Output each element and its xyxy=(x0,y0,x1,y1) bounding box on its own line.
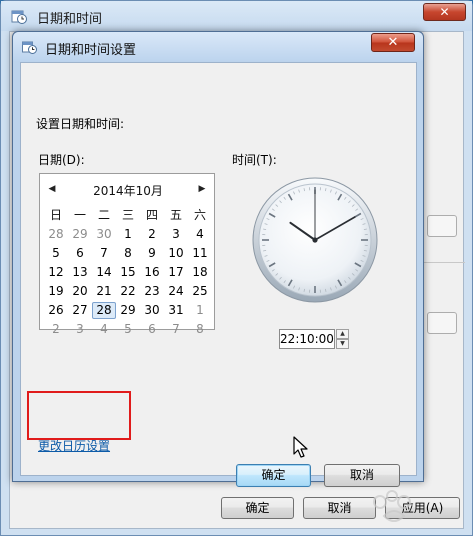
calendar-day[interactable]: 11 xyxy=(188,245,212,262)
outer-ok-button[interactable]: 确定 xyxy=(221,497,294,519)
calendar-day[interactable]: 4 xyxy=(92,321,116,338)
chevron-down-icon: ▼ xyxy=(340,340,345,347)
outer-cancel-button[interactable]: 取消 xyxy=(303,497,376,519)
clock-center-pin xyxy=(312,237,318,243)
calendar-day[interactable]: 18 xyxy=(188,264,212,281)
calendar-day[interactable]: 29 xyxy=(116,302,140,319)
calendar-day[interactable]: 26 xyxy=(44,302,68,319)
calendar-day[interactable]: 9 xyxy=(140,245,164,262)
calendar-day[interactable]: 29 xyxy=(68,226,92,243)
calendar-day[interactable]: 12 xyxy=(44,264,68,281)
calendar-day[interactable]: 4 xyxy=(188,226,212,243)
previous-month-button[interactable]: ◀ xyxy=(46,183,58,195)
calendar-day[interactable]: 2 xyxy=(140,226,164,243)
calendar-day[interactable]: 24 xyxy=(164,283,188,300)
calendar-day[interactable]: 3 xyxy=(164,226,188,243)
calendar-clock-icon xyxy=(22,41,37,54)
calendar-day[interactable]: 31 xyxy=(164,302,188,319)
weekday-header: 五 xyxy=(169,208,182,222)
calendar-day[interactable]: 3 xyxy=(68,321,92,338)
dialog-close-button[interactable]: ✕ xyxy=(371,33,415,52)
calendar-day[interactable]: 6 xyxy=(68,245,92,262)
calendar-day[interactable]: 14 xyxy=(92,264,116,281)
weekday-header: 六 xyxy=(193,208,206,222)
calendar-day[interactable]: 13 xyxy=(68,264,92,281)
calendar-day[interactable]: 22 xyxy=(116,283,140,300)
outer-apply-button[interactable]: 应用(A) xyxy=(385,497,460,519)
outer-partial-button[interactable] xyxy=(427,215,457,237)
time-spin-down-button[interactable]: ▼ xyxy=(336,339,349,349)
calendar-day[interactable]: 17 xyxy=(164,264,188,281)
time-label: 时间(T): xyxy=(232,153,277,167)
calendar-day[interactable]: 1 xyxy=(116,226,140,243)
calendar-day[interactable]: 7 xyxy=(92,245,116,262)
calendar-day[interactable]: 1 xyxy=(188,302,212,319)
calendar-day[interactable]: 21 xyxy=(92,283,116,300)
weekday-header: 三 xyxy=(121,208,134,222)
weekday-header: 一 xyxy=(73,208,86,222)
close-icon: ✕ xyxy=(439,5,450,19)
calendar-clock-icon xyxy=(11,10,27,24)
calendar-day[interactable]: 8 xyxy=(188,321,212,338)
weekday-header: 二 xyxy=(97,208,110,222)
calendar-day[interactable]: 20 xyxy=(68,283,92,300)
date-label: 日期(D): xyxy=(38,153,85,167)
calendar-day[interactable]: 27 xyxy=(68,302,92,319)
calendar-day[interactable]: 23 xyxy=(140,283,164,300)
time-input[interactable]: 22:10:00 xyxy=(279,329,335,349)
calendar-day[interactable]: 5 xyxy=(116,321,140,338)
calendar-day[interactable]: 25 xyxy=(188,283,212,300)
calendar-day[interactable]: 19 xyxy=(44,283,68,300)
calendar-day-selected[interactable]: 28 xyxy=(92,302,116,319)
calendar-day[interactable]: 5 xyxy=(44,245,68,262)
outer-partial-button[interactable] xyxy=(427,312,457,334)
dialog-title-bar: 日期和时间设置 ✕ xyxy=(13,32,423,61)
analog-clock xyxy=(252,177,378,303)
outer-close-button[interactable]: ✕ xyxy=(423,3,466,21)
weekday-header: 日 xyxy=(49,208,62,222)
mouse-pointer-icon xyxy=(293,436,308,458)
month-calendar[interactable]: ◀ 2014年10月 ▶ 日一二三四五六 28 29 30 1 2 3 4 5 6 7 8 9 10 11 1… xyxy=(39,173,215,336)
weekday-header: 四 xyxy=(145,208,158,222)
highlight-box xyxy=(27,391,131,440)
calendar-day[interactable]: 8 xyxy=(116,245,140,262)
time-spin-up-button[interactable]: ▲ xyxy=(336,329,349,339)
next-month-button[interactable]: ▶ xyxy=(196,183,208,195)
chevron-up-icon: ▲ xyxy=(340,330,345,337)
calendar-day[interactable]: 6 xyxy=(140,321,164,338)
calendar-day[interactable]: 16 xyxy=(140,264,164,281)
dialog-cancel-button[interactable]: 取消 xyxy=(324,464,400,487)
calendar-day[interactable]: 10 xyxy=(164,245,188,262)
close-icon: ✕ xyxy=(387,35,399,50)
calendar-day[interactable]: 15 xyxy=(116,264,140,281)
dialog-title: 日期和时间设置 xyxy=(45,43,137,58)
prompt-label: 设置日期和时间: xyxy=(36,117,125,131)
outer-title-bar: 日期和时间 ✕ xyxy=(1,1,472,31)
outer-window-title: 日期和时间 xyxy=(37,12,103,27)
calendar-day[interactable]: 30 xyxy=(92,226,116,243)
calendar-day[interactable]: 7 xyxy=(164,321,188,338)
calendar-day[interactable]: 28 xyxy=(44,226,68,243)
calendar-day[interactable]: 30 xyxy=(140,302,164,319)
calendar-month-label[interactable]: 2014年10月 xyxy=(80,182,176,199)
calendar-day[interactable]: 2 xyxy=(44,321,68,338)
dialog-ok-button[interactable]: 确定 xyxy=(236,464,311,487)
